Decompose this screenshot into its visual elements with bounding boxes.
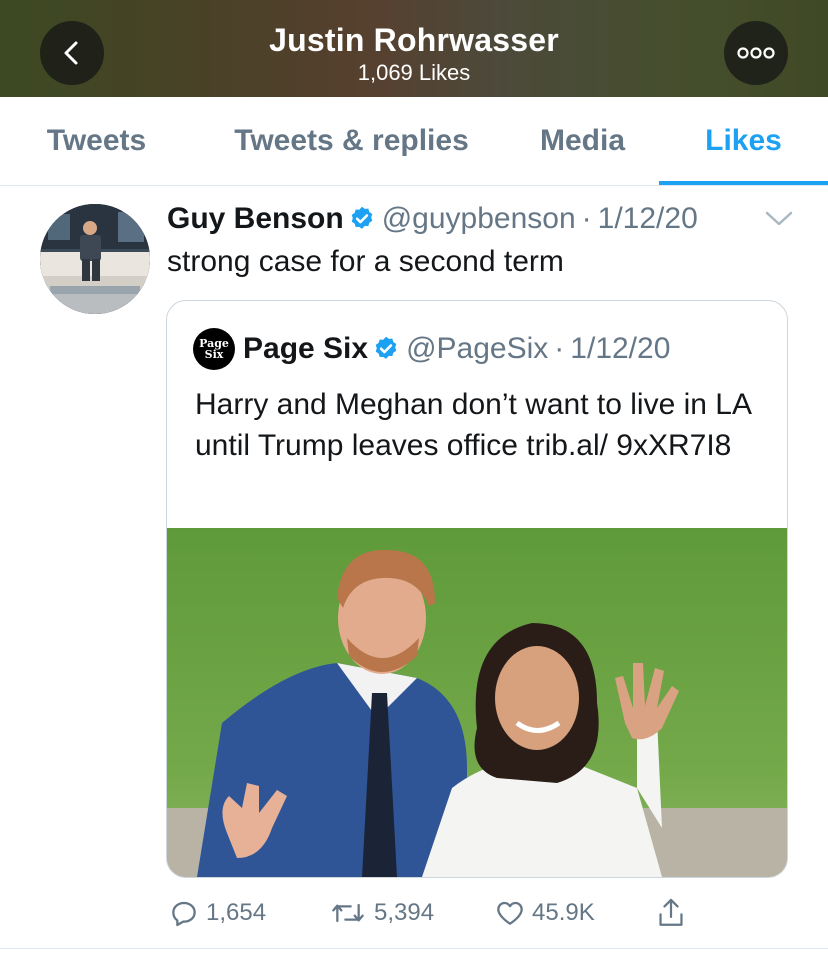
active-tab-indicator <box>659 181 828 185</box>
profile-tabs: Tweets Tweets & replies Media Likes <box>0 97 828 186</box>
like-count: 45.9K <box>532 899 595 926</box>
tweet-date[interactable]: 1/12/20 <box>598 202 698 235</box>
separator-dot: · <box>548 332 571 365</box>
verified-badge-icon <box>375 336 397 359</box>
share-button[interactable] <box>655 892 693 934</box>
page-six-logo: Page Six <box>193 328 235 370</box>
quoted-tweet-text: Harry and Meghan don’t want to live in L… <box>195 388 751 462</box>
profile-name: Justin Rohrwasser <box>269 22 559 58</box>
likes-count: 1,069 Likes <box>357 60 471 85</box>
tab-tweets[interactable]: Tweets <box>20 97 173 185</box>
heart-icon <box>497 901 523 925</box>
verified-badge-icon <box>351 206 372 229</box>
avatar[interactable] <box>40 204 150 314</box>
separator-dot: · <box>575 202 598 235</box>
logo-text-2: Six <box>204 348 224 361</box>
quoted-tweet-header: Page Six @PageSix · 1/12/20 <box>243 328 670 370</box>
more-button[interactable] <box>724 21 788 85</box>
tweet-author-handle[interactable]: @guypbenson <box>382 202 576 235</box>
reply-button[interactable]: 1,654 <box>168 892 266 934</box>
quoted-tweet-date[interactable]: 1/12/20 <box>570 332 670 365</box>
ellipsis-icon <box>737 47 775 59</box>
tab-media[interactable]: Media <box>520 97 645 185</box>
profile-header-banner: Justin Rohrwasser 1,069 Likes <box>0 0 828 97</box>
tweet-actions: 1,654 5,394 45.9K <box>0 892 828 934</box>
tab-likes[interactable]: Likes <box>659 97 828 185</box>
tweet-text: strong case for a second term <box>167 245 564 278</box>
reply-icon <box>172 901 196 927</box>
chevron-down-icon[interactable] <box>762 204 796 232</box>
retweet-count: 5,394 <box>374 899 435 926</box>
tab-tweets-replies[interactable]: Tweets & replies <box>210 97 493 185</box>
quoted-tweet-card[interactable]: Page Six Page Six @PageSix · 1/12/20 Harr… <box>166 300 788 878</box>
reply-count: 1,654 <box>206 899 267 926</box>
tweet-author-name[interactable]: Guy Benson <box>167 202 344 235</box>
quoted-author-name[interactable]: Page Six <box>243 332 368 365</box>
like-button[interactable]: 45.9K <box>494 892 595 934</box>
share-icon <box>659 898 683 926</box>
quoted-author-handle[interactable]: @PageSix <box>406 332 548 365</box>
quoted-tweet-photo[interactable] <box>167 528 787 877</box>
retweet-icon <box>332 903 364 923</box>
divider <box>0 948 828 949</box>
tweet-header: Guy Benson @guypbenson · 1/12/20 <box>167 198 698 240</box>
avatar-image <box>40 204 150 314</box>
retweet-button[interactable]: 5,394 <box>328 892 434 934</box>
